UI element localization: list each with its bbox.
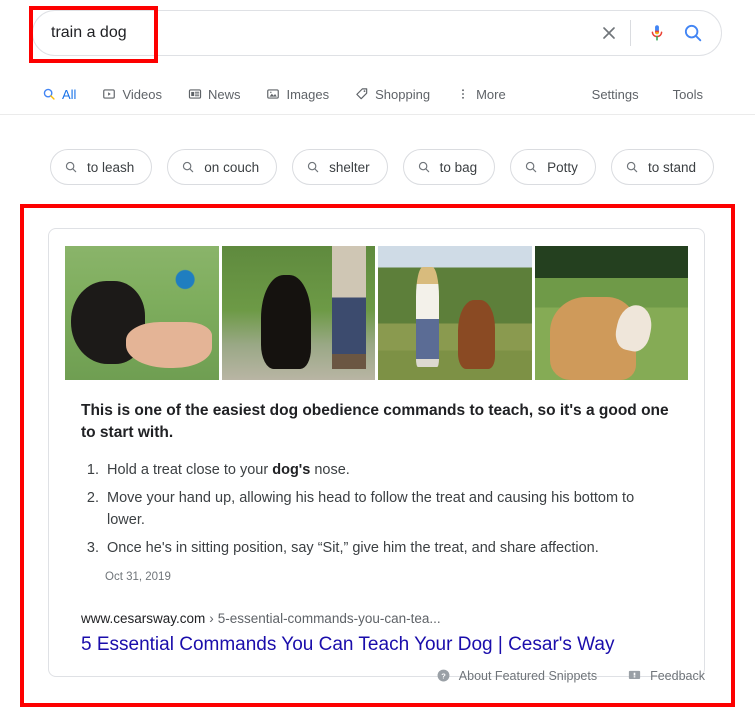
search-bar[interactable] — [32, 10, 722, 56]
close-icon — [603, 27, 615, 39]
url-separator: › — [209, 611, 214, 627]
nav-bottom-divider — [0, 114, 755, 115]
svg-text:?: ? — [441, 671, 446, 680]
search-icon — [181, 160, 195, 174]
step-text-bold: dog's — [272, 462, 311, 479]
step-text-pre: Once he's in sitting position, say “Sit,… — [107, 539, 599, 556]
list-item: Once he's in sitting position, say “Sit,… — [103, 538, 672, 560]
chip-label: to leash — [87, 159, 135, 175]
feedback-link[interactable]: Feedback — [627, 668, 705, 683]
search-divider — [630, 20, 631, 46]
snippet-thumbnail-2[interactable] — [221, 246, 375, 380]
list-item: Hold a treat close to your dog's nose. — [103, 460, 672, 482]
tab-images-label: Images — [286, 86, 330, 102]
chip-potty[interactable]: Potty — [510, 149, 596, 185]
snippet-thumbnail-4[interactable] — [534, 246, 688, 380]
search-icon — [64, 160, 78, 174]
image-icon — [266, 87, 280, 101]
search-icon — [417, 160, 431, 174]
chip-label: shelter — [329, 159, 370, 175]
search-submit-button[interactable] — [675, 15, 711, 51]
step-text-pre: Move your hand up, allowing his head to … — [107, 490, 635, 528]
feedback-label: Feedback — [650, 668, 705, 683]
search-vertical-tabs: All Videos News Images Shopping More Set… — [0, 76, 755, 112]
url-domain: www.cesarsway.com — [81, 611, 206, 627]
tab-more-label: More — [476, 86, 506, 102]
list-item: Move your hand up, allowing his head to … — [103, 488, 672, 532]
tab-all-label: All — [62, 86, 77, 102]
clear-search-button[interactable] — [592, 16, 626, 50]
snippet-source-url[interactable]: www.cesarsway.com › 5-essential-commands-y… — [81, 611, 672, 626]
chip-to-bag[interactable]: to bag — [402, 149, 496, 185]
chip-shelter[interactable]: shelter — [292, 149, 388, 185]
tab-all[interactable]: All — [42, 87, 76, 102]
search-icon — [306, 160, 320, 174]
snippet-lead-text: This is one of the easiest dog obedience… — [81, 402, 669, 442]
help-circle-icon: ? — [436, 668, 451, 683]
snippet-result-title-link[interactable]: 5 Essential Commands You Can Teach Your … — [81, 633, 672, 658]
tab-shopping-label: Shopping — [375, 86, 431, 102]
about-featured-snippets-link[interactable]: ? About Featured Snippets — [436, 668, 597, 683]
tab-shopping[interactable]: Shopping — [355, 87, 430, 102]
google-search-results-page: All Videos — [0, 0, 755, 718]
about-featured-snippets-label: About Featured Snippets — [458, 668, 598, 683]
chip-to-leash[interactable]: to leash — [50, 149, 153, 185]
step-text-pre: Hold a treat close to your — [107, 462, 273, 479]
voice-search-button[interactable] — [639, 15, 675, 51]
tab-more[interactable]: More — [456, 87, 506, 102]
chip-to-stand[interactable]: to stand — [610, 149, 714, 185]
url-path: 5-essential-commands-you-can-tea... — [217, 611, 441, 627]
search-icon — [42, 87, 56, 101]
tab-news[interactable]: News — [188, 86, 241, 102]
tab-videos[interactable]: Videos — [102, 87, 162, 102]
chip-label: Potty — [547, 159, 578, 175]
chip-on-couch[interactable]: on couch — [167, 149, 278, 185]
tab-images[interactable]: Images — [266, 87, 329, 102]
search-icon — [625, 160, 639, 174]
tools-button[interactable]: Tools — [673, 87, 703, 102]
chip-label: to stand — [647, 159, 696, 175]
chip-label: to bag — [439, 159, 478, 175]
snippet-thumbnail-3[interactable] — [378, 246, 532, 380]
snippet-steps-list: Hold a treat close to your dog's nose. M… — [81, 460, 672, 559]
nav-tabs-left: All Videos News Images Shopping More — [42, 87, 532, 102]
tag-icon — [355, 87, 369, 101]
tab-videos-label: Videos — [122, 86, 162, 102]
snippet-date: Oct 31, 2019 — [105, 571, 171, 584]
microphone-icon — [651, 25, 663, 41]
chip-label: on couch — [204, 159, 260, 175]
news-icon — [188, 87, 202, 101]
feedback-flag-icon — [627, 668, 642, 683]
step-text-post: nose. — [310, 462, 350, 479]
more-vert-icon — [456, 87, 470, 101]
settings-button[interactable]: Settings — [592, 87, 639, 102]
search-input[interactable] — [33, 11, 592, 55]
snippet-image-strip — [65, 246, 688, 380]
video-icon — [102, 87, 116, 101]
tab-news-label: News — [207, 86, 241, 102]
nav-tools-right: Settings Tools — [558, 87, 703, 102]
snippet-footer: ? About Featured Snippets Feedback — [48, 668, 705, 683]
search-icon — [684, 24, 702, 42]
featured-snippet-card: This is one of the easiest dog obedience… — [48, 228, 705, 677]
refinement-chip-row: to leash on couch shelter to bag Potty t… — [50, 149, 714, 185]
search-icon — [524, 160, 538, 174]
snippet-thumbnail-1[interactable] — [65, 246, 219, 380]
